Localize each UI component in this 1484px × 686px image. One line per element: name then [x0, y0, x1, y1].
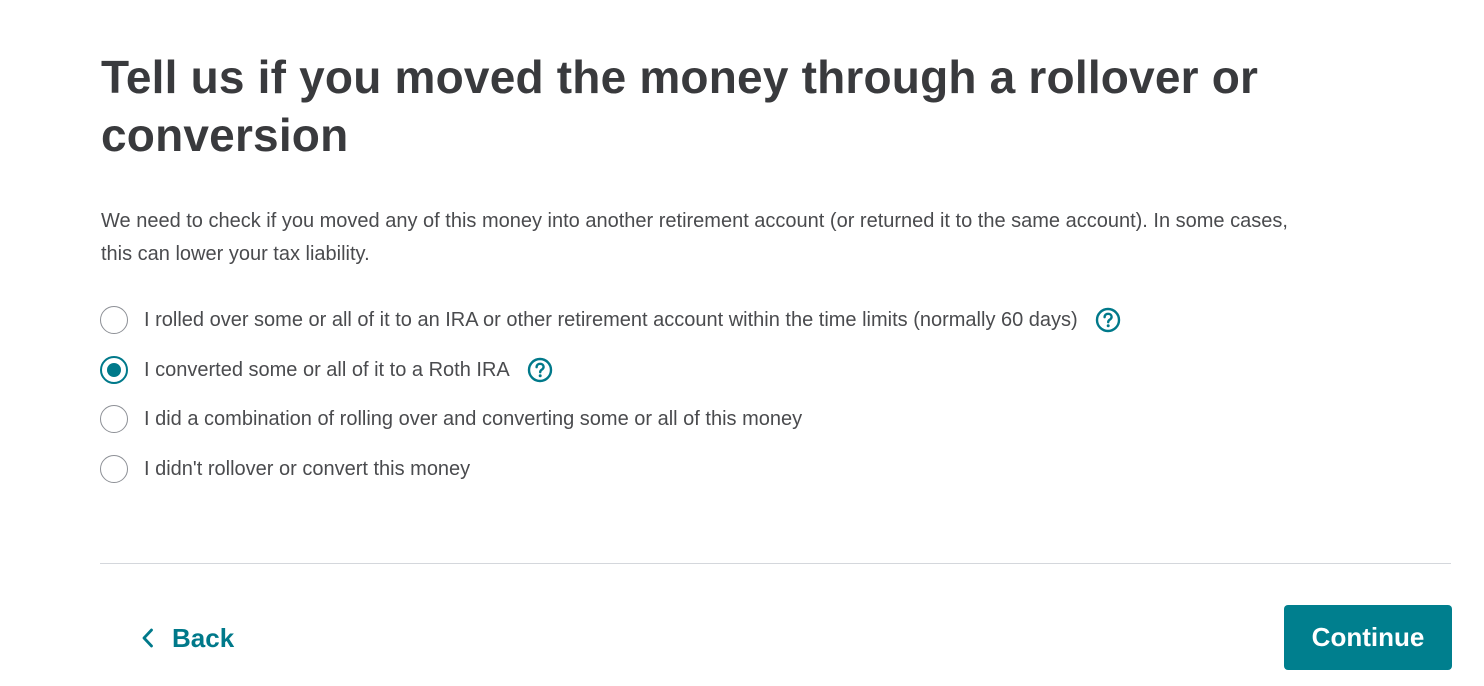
option-label: I didn't rollover or convert this money [144, 457, 471, 480]
radio-combination[interactable] [100, 405, 128, 433]
radio-no-rollover[interactable] [100, 454, 128, 483]
radio-converted-roth[interactable] [100, 355, 128, 384]
option-no-rollover[interactable]: I didn't rollover or convert this money [100, 454, 1121, 484]
question-circle-icon[interactable] [527, 357, 553, 383]
option-label: I rolled over some or all of it to an IR… [144, 309, 1078, 331]
footer-divider [100, 563, 1451, 564]
option-label: I converted some or all of it to a Roth … [144, 358, 510, 381]
chevron-left-icon [142, 628, 153, 648]
rollover-conversion-page: Tell us if you moved the money through a… [0, 0, 1484, 686]
page-title: Tell us if you moved the money through a… [101, 51, 1259, 161]
radio-rolled-over[interactable] [100, 306, 128, 334]
rollover-options-radio-group: I rolled over some or all of it to an IR… [100, 305, 1121, 503]
option-converted-roth[interactable]: I converted some or all of it to a Roth … [100, 355, 1121, 385]
continue-button[interactable]: Continue [1284, 605, 1452, 670]
page-description: We need to check if you moved any of thi… [101, 210, 1288, 265]
option-rolled-over[interactable]: I rolled over some or all of it to an IR… [100, 305, 1121, 335]
option-combination[interactable]: I did a combination of rolling over and … [100, 404, 1121, 434]
question-circle-icon[interactable] [1095, 307, 1121, 333]
back-button[interactable]: Back [140, 618, 234, 658]
option-label: I did a combination of rolling over and … [144, 408, 803, 430]
back-label: Back [172, 622, 235, 653]
